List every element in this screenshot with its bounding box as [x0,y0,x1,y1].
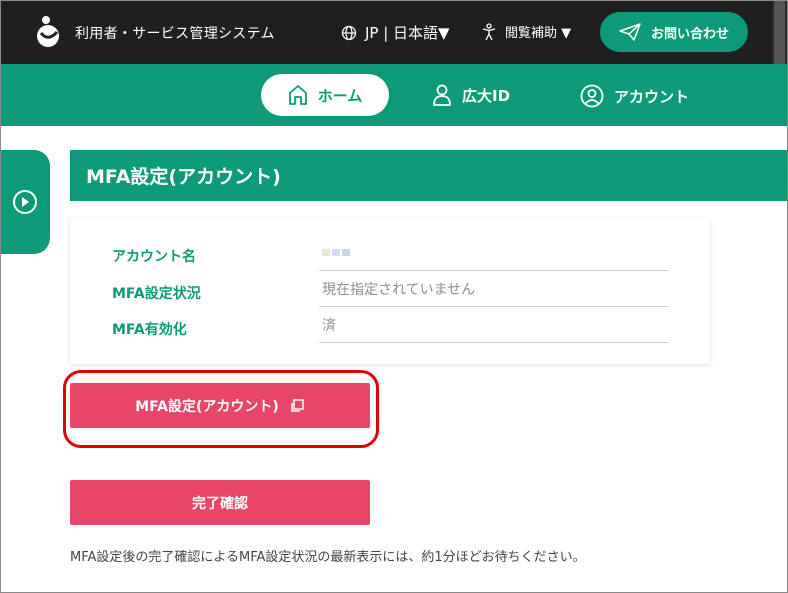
language-selector[interactable]: JP | 日本語▼ [341,22,450,43]
complete-check-label: 完了確認 [192,495,248,512]
person-icon [433,84,451,106]
app-window: 利用者・サービス管理システム JP | 日本語▼ 閲覧補助 ▼ お問い合わせ ホ… [0,0,788,593]
complete-check-button[interactable]: 完了確認 [70,480,370,525]
contact-button[interactable]: お問い合わせ [600,12,748,52]
system-title: 利用者・サービス管理システム [75,26,275,42]
account-name-value [319,235,669,271]
account-circle-icon [580,84,604,108]
mfa-status-label: MFA設定状況 [112,286,201,302]
language-label: JP | 日本語▼ [365,24,450,42]
paper-plane-icon [619,23,641,41]
nav-hiroshima-id[interactable]: 広大ID [432,84,510,106]
nav-account[interactable]: アカウント [580,84,689,108]
contact-label: お問い合わせ [650,26,729,42]
mfa-enabled-value: 済 [319,307,669,343]
accessibility-label: 閲覧補助 ▼ [505,26,572,41]
top-bar: 利用者・サービス管理システム JP | 日本語▼ 閲覧補助 ▼ お問い合わせ [1,1,787,64]
play-triangle-icon [22,197,29,207]
university-logo-icon[interactable] [33,14,63,48]
home-icon [288,85,307,105]
mfa-status-value: 現在指定されていません [319,271,669,307]
scrollbar-thumb[interactable] [774,1,785,64]
nav-account-label: アカウント [614,87,690,106]
mfa-setup-label: MFA設定(アカウント) [135,398,279,415]
accessibility-menu[interactable]: 閲覧補助 ▼ [481,22,571,41]
account-name-label: アカウント名 [112,249,196,265]
side-menu-toggle[interactable] [1,150,50,254]
nav-id-label: 広大ID [462,86,511,105]
nav-home[interactable]: ホーム [261,74,389,116]
mfa-setup-button[interactable]: MFA設定(アカウント) [70,383,370,428]
mfa-info-card: アカウント名 MFA設定状況 現在指定されていません MFA有効化 済 [70,219,710,364]
wait-note: MFA設定後の完了確認によるMFA設定状況の最新表示には、約1分ほどお待ちくださ… [70,550,586,565]
accessibility-icon [482,22,496,40]
redacted-value [322,249,350,256]
nav-home-label: ホーム [317,86,363,105]
external-window-icon [291,398,304,412]
page-title: MFA設定(アカウント) [70,150,787,201]
main-nav: ホーム 広大ID アカウント [1,64,787,126]
mfa-enabled-label: MFA有効化 [112,322,187,338]
globe-icon [341,25,357,40]
